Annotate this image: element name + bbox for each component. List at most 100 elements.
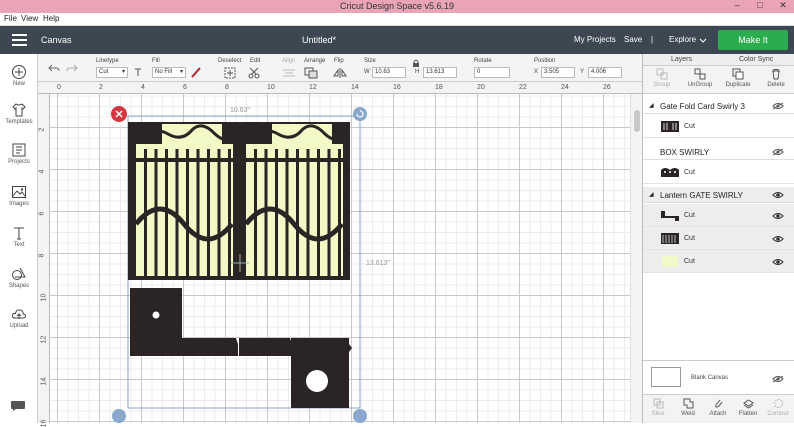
hidden-eye-icon[interactable] (772, 375, 784, 383)
ruler-tick-label: 16 (40, 419, 48, 427)
text-tool[interactable]: Text (0, 225, 38, 248)
visible-eye-icon[interactable] (772, 235, 784, 243)
duplicate-button[interactable]: Duplicate (719, 68, 757, 88)
layer-group-lantern[interactable]: ◢ Lantern GATE SWIRLY (643, 187, 794, 203)
tab-layers[interactable]: Layers (671, 56, 692, 63)
deselect-icon[interactable] (224, 67, 236, 79)
tab-color-sync[interactable]: Color Sync (739, 56, 773, 63)
redo-icon[interactable] (66, 63, 78, 73)
x-input[interactable]: 3.505 (541, 67, 575, 78)
tool-options-icon[interactable] (134, 68, 142, 77)
shapes-icon (12, 267, 26, 280)
layer-group-gate-fold[interactable]: ◢ Gate Fold Card Swirly 3 (643, 98, 794, 114)
y-input[interactable]: 4.006 (588, 67, 622, 78)
flip-icon[interactable] (332, 67, 350, 79)
expand-triangle-icon[interactable]: ◢ (649, 102, 654, 109)
images-tool[interactable]: Images (0, 184, 38, 207)
resize-handle (353, 409, 367, 423)
close-window-icon[interactable]: ✕ (772, 0, 794, 11)
flatten-button[interactable]: Flatten (733, 398, 763, 417)
image-icon (12, 186, 26, 198)
delete-label: Delete (767, 82, 785, 88)
visible-eye-icon[interactable] (772, 191, 784, 199)
linetype-select[interactable]: Cut ▾ (96, 67, 128, 78)
contour-icon (773, 399, 783, 408)
layer-row[interactable]: Cut (643, 161, 794, 184)
attach-button[interactable]: Attach (703, 398, 733, 417)
contour-button[interactable]: Contour (763, 398, 793, 417)
templates-tool[interactable]: Templates (0, 102, 38, 125)
minimize-icon[interactable]: – (726, 0, 748, 10)
scissors-icon[interactable] (248, 67, 264, 79)
delete-button[interactable]: Delete (757, 68, 794, 88)
layer-row[interactable]: Cut (643, 115, 794, 138)
ruler-tick-label: 4 (141, 84, 145, 91)
menu-file[interactable]: File (4, 14, 17, 23)
chat-icon[interactable] (10, 400, 26, 412)
position-label: Position (534, 58, 556, 64)
flip-label: Flip (334, 58, 344, 64)
paperclip-icon (714, 399, 722, 408)
document-title: Untitled* (302, 35, 337, 45)
blank-canvas-swatch[interactable] (651, 367, 681, 387)
fill-select[interactable]: No Fill ▾ (152, 67, 186, 78)
shapes-tool[interactable]: Shapes (0, 266, 38, 289)
duplicate-label: Duplicate (725, 82, 751, 88)
images-label: Images (9, 201, 29, 207)
expand-triangle-icon[interactable]: ◢ (649, 191, 654, 198)
ungroup-button[interactable]: UnGroup (681, 68, 719, 88)
hidden-eye-icon[interactable] (772, 102, 784, 110)
ruler-tick-label: 10 (267, 84, 275, 91)
group-button[interactable]: Group (643, 68, 681, 88)
app-header: Canvas Untitled* My Projects Save | Expl… (0, 26, 794, 54)
hamburger-menu-icon[interactable] (12, 34, 27, 46)
scrollbar-thumb[interactable] (634, 110, 640, 132)
rotate-label: Rotate (474, 58, 492, 64)
visible-eye-icon[interactable] (772, 258, 784, 266)
attach-label: Attach (709, 411, 727, 417)
slice-button[interactable]: Slice (643, 398, 673, 417)
ruler-tick-label: 12 (309, 84, 317, 91)
layer-row[interactable]: Cut (643, 250, 794, 273)
window-titlebar: Cricut Design Space v5.6.19 – □ ✕ (0, 0, 794, 13)
height-input[interactable]: 13.613 (423, 67, 457, 78)
weld-button[interactable]: Weld (673, 398, 703, 417)
group-label: Group (653, 82, 671, 88)
height-dimension: 13.613" (366, 260, 390, 267)
layer-row[interactable]: Cut (643, 204, 794, 227)
make-it-button[interactable]: Make It (718, 30, 788, 50)
layer-operation: Cut (684, 235, 695, 242)
menu-help[interactable]: Help (43, 14, 59, 23)
y-label: Y (580, 69, 585, 75)
flatten-label: Flatten (738, 411, 758, 417)
rotate-input[interactable]: 0 (474, 67, 510, 78)
my-projects-link[interactable]: My Projects (574, 35, 616, 44)
align-icon[interactable] (282, 68, 298, 78)
fill-color-swatch-icon[interactable] (190, 66, 202, 78)
blank-canvas-label: Blank Canvas (691, 375, 729, 381)
menu-view[interactable]: View (21, 14, 38, 23)
ruler-tick-label: 2 (99, 84, 103, 91)
projects-tool[interactable]: Projects (0, 142, 38, 165)
lock-icon[interactable] (412, 59, 420, 68)
explore-link[interactable]: Explore (669, 35, 696, 44)
width-input[interactable]: 10.63 (372, 67, 406, 78)
design-canvas[interactable]: 10.63" 13.613" (50, 94, 630, 423)
layer-row[interactable]: Cut (643, 227, 794, 250)
size-label: Size (364, 58, 376, 64)
upload-tool[interactable]: Upload (0, 306, 38, 329)
new-tool[interactable]: New (0, 64, 38, 87)
cloud-upload-icon (11, 309, 27, 319)
maximize-icon[interactable]: □ (749, 0, 771, 10)
arrange-icon[interactable] (304, 67, 322, 79)
undo-icon[interactable] (48, 63, 60, 73)
deselect-label: Deselect (218, 58, 242, 64)
hidden-eye-icon[interactable] (772, 148, 784, 156)
visible-eye-icon[interactable] (772, 212, 784, 220)
save-link[interactable]: Save (624, 35, 642, 44)
ruler-tick-label: 26 (603, 84, 611, 91)
layer-group-box-swirly[interactable]: BOX SWIRLY (643, 144, 794, 160)
canvas-vertical-scrollbar[interactable] (630, 94, 642, 423)
ruler-tick-label: 22 (519, 84, 527, 91)
blank-canvas-row[interactable]: Blank Canvas (643, 360, 794, 394)
